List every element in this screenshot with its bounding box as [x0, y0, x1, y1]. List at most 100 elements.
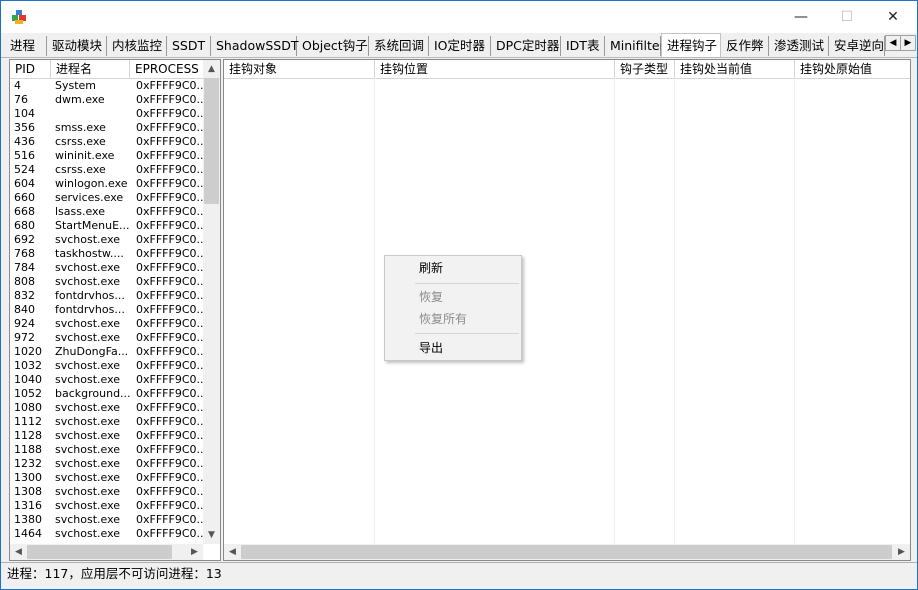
vertical-scroll-thumb[interactable]	[204, 78, 219, 204]
hook-list[interactable]: 挂钩对象 挂钩位置 钩子类型 挂钩处当前值 挂钩处原始值 ◀ ▶	[223, 59, 911, 561]
tab-14[interactable]: 安卓逆向	[829, 36, 885, 56]
cell-eprocess: 0xFFFF9C0...	[136, 177, 204, 190]
cell-process-name: svchost.exe	[55, 499, 121, 512]
tab-6[interactable]: 系统回调	[369, 36, 429, 56]
scroll-right-icon[interactable]: ▶	[893, 545, 910, 559]
column-header-pid[interactable]: PID	[10, 60, 51, 78]
cell-process-name: svchost.exe	[55, 457, 121, 470]
cell-eprocess: 0xFFFF9C0...	[136, 247, 204, 260]
cell-pid: 692	[14, 233, 35, 246]
tab-9[interactable]: IDT表	[561, 36, 605, 56]
column-header-hook-type[interactable]: 钩子类型	[615, 60, 675, 78]
cell-process-name: svchost.exe	[55, 429, 121, 442]
table-row[interactable]: 692 svchost.exe 0xFFFF9C0...	[10, 233, 204, 247]
scroll-down-icon[interactable]: ▼	[203, 528, 220, 542]
table-row[interactable]: 832 fontdrvhos... 0xFFFF9C0...	[10, 289, 204, 303]
table-row[interactable]: 1316 svchost.exe 0xFFFF9C0...	[10, 499, 204, 513]
table-row[interactable]: 524 csrss.exe 0xFFFF9C0...	[10, 163, 204, 177]
tab-1[interactable]: 驱动模块	[47, 36, 107, 56]
cell-pid: 680	[14, 219, 35, 232]
table-row[interactable]: 1464 svchost.exe 0xFFFF9C0...	[10, 527, 204, 541]
column-header-original-value[interactable]: 挂钩处原始值	[795, 60, 910, 78]
cell-process-name: svchost.exe	[55, 233, 121, 246]
tab-13[interactable]: 渗透测试	[769, 36, 829, 56]
table-row[interactable]: 356 smss.exe 0xFFFF9C0...	[10, 121, 204, 135]
column-header-hook-location[interactable]: 挂钩位置	[375, 60, 615, 78]
cell-pid: 924	[14, 317, 35, 330]
table-row[interactable]: 1232 svchost.exe 0xFFFF9C0...	[10, 457, 204, 471]
column-header-current-value[interactable]: 挂钩处当前值	[675, 60, 795, 78]
table-row[interactable]: 4 System 0xFFFF9C0...	[10, 79, 204, 93]
cell-pid: 1080	[14, 401, 42, 414]
tab-scroll-left-icon[interactable]: ◀	[885, 35, 901, 51]
table-row[interactable]: 1112 svchost.exe 0xFFFF9C0...	[10, 415, 204, 429]
tab-0[interactable]: 进程	[5, 36, 47, 56]
cell-eprocess: 0xFFFF9C0...	[136, 471, 204, 484]
table-row[interactable]: 1032 svchost.exe 0xFFFF9C0...	[10, 359, 204, 373]
table-row[interactable]: 1128 svchost.exe 0xFFFF9C0...	[10, 429, 204, 443]
column-header-hook-object[interactable]: 挂钩对象	[224, 60, 375, 78]
cell-pid: 1032	[14, 359, 42, 372]
column-header-name[interactable]: 进程名	[51, 60, 130, 78]
scroll-left-icon[interactable]: ◀	[10, 545, 27, 559]
process-list[interactable]: PID 进程名 EPROCESS 4 System 0xFFFF9C0... 76 dw…	[9, 59, 221, 561]
tab-4[interactable]: ShadowSSDT	[211, 36, 298, 56]
column-divider	[614, 78, 615, 544]
tab-5[interactable]: Object钩子	[297, 36, 369, 56]
tab-scroll-right-icon[interactable]: ▶	[900, 35, 916, 51]
cell-pid: 436	[14, 135, 35, 148]
table-row[interactable]: 680 StartMenuE... 0xFFFF9C0...	[10, 219, 204, 233]
table-row[interactable]: 972 svchost.exe 0xFFFF9C0...	[10, 331, 204, 345]
table-row[interactable]: 1052 background... 0xFFFF9C0...	[10, 387, 204, 401]
table-row[interactable]: 1080 svchost.exe 0xFFFF9C0...	[10, 401, 204, 415]
context-menu-refresh[interactable]: 刷新	[385, 257, 521, 279]
tab-11[interactable]: 进程钩子	[661, 33, 721, 57]
table-row[interactable]: 784 svchost.exe 0xFFFF9C0...	[10, 261, 204, 275]
hook-list-horizontal-scrollbar[interactable]: ◀ ▶	[224, 544, 910, 560]
context-menu-export[interactable]: 导出	[385, 337, 521, 359]
table-row[interactable]: 1308 svchost.exe 0xFFFF9C0...	[10, 485, 204, 499]
process-list-horizontal-scrollbar[interactable]: ◀ ▶	[10, 544, 203, 560]
maximize-button[interactable]: ☐	[824, 1, 870, 33]
cell-eprocess: 0xFFFF9C0...	[136, 317, 204, 330]
minimize-button[interactable]: —	[778, 1, 824, 33]
table-row[interactable]: 840 fontdrvhos... 0xFFFF9C0...	[10, 303, 204, 317]
tab-12[interactable]: 反作弊	[721, 36, 769, 56]
column-divider	[374, 78, 375, 544]
app-logo-icon	[12, 10, 26, 24]
tab-2[interactable]: 内核监控	[107, 36, 167, 56]
tab-7[interactable]: IO定时器	[429, 36, 491, 56]
cell-process-name: svchost.exe	[55, 275, 121, 288]
process-list-vertical-scrollbar[interactable]: ▲ ▼	[203, 60, 220, 544]
close-button[interactable]: ✕	[870, 1, 916, 33]
table-row[interactable]: 1020 ZhuDongFa... 0xFFFF9C0...	[10, 345, 204, 359]
table-row[interactable]: 924 svchost.exe 0xFFFF9C0...	[10, 317, 204, 331]
table-row[interactable]: 808 svchost.exe 0xFFFF9C0...	[10, 275, 204, 289]
table-row[interactable]: 768 taskhostw.... 0xFFFF9C0...	[10, 247, 204, 261]
scroll-right-icon[interactable]: ▶	[186, 545, 203, 559]
table-row[interactable]: 76 dwm.exe 0xFFFF9C0...	[10, 93, 204, 107]
cell-eprocess: 0xFFFF9C0...	[136, 415, 204, 428]
table-row[interactable]: 436 csrss.exe 0xFFFF9C0...	[10, 135, 204, 149]
cell-process-name: csrss.exe	[55, 135, 106, 148]
tab-3[interactable]: SSDT	[167, 36, 211, 56]
cell-pid: 808	[14, 275, 35, 288]
column-header-eprocess[interactable]: EPROCESS	[130, 60, 204, 78]
table-row[interactable]: 604 winlogon.exe 0xFFFF9C0...	[10, 177, 204, 191]
table-row[interactable]: 660 services.exe 0xFFFF9C0...	[10, 191, 204, 205]
tab-10[interactable]: Minifilter	[605, 36, 665, 56]
table-row[interactable]: 1188 svchost.exe 0xFFFF9C0...	[10, 443, 204, 457]
table-row[interactable]: 1040 svchost.exe 0xFFFF9C0...	[10, 373, 204, 387]
cell-process-name: services.exe	[55, 191, 124, 204]
process-list-header: PID 进程名 EPROCESS	[10, 60, 220, 79]
horizontal-scroll-thumb[interactable]	[27, 545, 172, 559]
table-row[interactable]: 668 lsass.exe 0xFFFF9C0...	[10, 205, 204, 219]
horizontal-scroll-thumb[interactable]	[241, 545, 892, 559]
tab-8[interactable]: DPC定时器	[491, 36, 561, 56]
table-row[interactable]: 516 wininit.exe 0xFFFF9C0...	[10, 149, 204, 163]
table-row[interactable]: 1300 svchost.exe 0xFFFF9C0...	[10, 471, 204, 485]
table-row[interactable]: 1380 svchost.exe 0xFFFF9C0...	[10, 513, 204, 527]
scroll-left-icon[interactable]: ◀	[224, 545, 241, 559]
table-row[interactable]: 104 0xFFFF9C0...	[10, 107, 204, 121]
scroll-up-icon[interactable]: ▲	[203, 62, 220, 76]
